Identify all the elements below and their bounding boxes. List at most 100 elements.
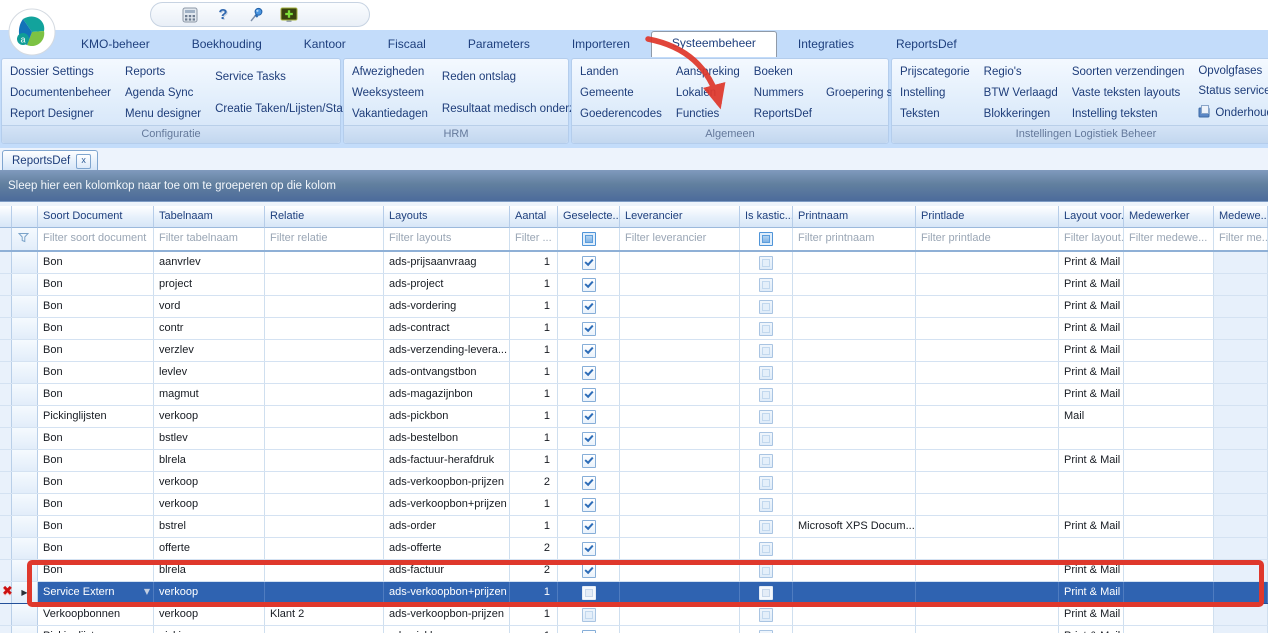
ribbon-item-nummers[interactable]: Nummers — [754, 87, 812, 99]
column-header-layoutvoor[interactable]: Layout voor... — [1059, 206, 1124, 228]
checkbox-unchecked[interactable] — [759, 410, 773, 424]
ribbon-tab-fiscaal[interactable]: Fiscaal — [367, 32, 447, 57]
ribbon-item-vaste-teksten-layouts[interactable]: Vaste teksten layouts — [1072, 87, 1185, 99]
grid-row[interactable]: Bonlevlevads-ontvangstbon1Print & Mail — [0, 362, 1268, 384]
checkbox-unchecked[interactable] — [759, 586, 773, 600]
grid-row[interactable]: VerkoopbonnenverkoopKlant 2ads-verkoopbo… — [0, 604, 1268, 626]
ribbon-item-afwezigheden[interactable]: Afwezigheden — [352, 66, 428, 78]
checkbox-unchecked[interactable] — [582, 586, 596, 600]
grid-row[interactable]: Bonverzlevads-verzending-levera...1Print… — [0, 340, 1268, 362]
checkbox-unchecked[interactable] — [759, 542, 773, 556]
ribbon-item-prijscategorie[interactable]: Prijscategorie — [900, 66, 970, 78]
filter-cell-printnaam[interactable]: Filter printnaam — [793, 228, 916, 250]
ribbon-tab-integraties[interactable]: Integraties — [777, 32, 875, 57]
calculator-icon[interactable] — [181, 6, 199, 24]
ribbon-tab-importeren[interactable]: Importeren — [551, 32, 651, 57]
checkbox-checked[interactable] — [582, 630, 596, 633]
grid-row[interactable]: Bonverkoopads-verkoopbon+prijzen1 — [0, 494, 1268, 516]
checkbox-checked[interactable] — [582, 388, 596, 402]
ribbon-tab-systeembeheer[interactable]: Systeembeheer — [651, 31, 777, 57]
checkbox-unchecked[interactable] — [759, 388, 773, 402]
filter-cell-medewerker[interactable]: Filter medewe... — [1124, 228, 1214, 250]
checkbox-unchecked[interactable] — [582, 232, 596, 246]
grid-row[interactable]: Bonprojectads-project1Print & Mail — [0, 274, 1268, 296]
monitor-add-icon[interactable] — [280, 6, 298, 24]
filter-funnel-icon[interactable] — [12, 228, 38, 250]
column-header-soort[interactable]: Soort Document — [38, 206, 154, 228]
grid-row[interactable]: Bonblrelaads-factuur-herafdruk1Print & M… — [0, 450, 1268, 472]
grid-row[interactable]: Bonofferteads-offerte2 — [0, 538, 1268, 560]
checkbox-checked[interactable] — [582, 410, 596, 424]
help-icon[interactable]: ? — [214, 6, 232, 24]
ribbon-tab-reportsdef[interactable]: ReportsDef — [875, 32, 978, 57]
grid-row-selected[interactable]: ✖▶Service Extern▼verkoopads-verkoopbon+p… — [0, 582, 1268, 604]
checkbox-unchecked[interactable] — [759, 278, 773, 292]
checkbox-unchecked[interactable] — [759, 322, 773, 336]
column-header-leverancier[interactable]: Leverancier — [620, 206, 740, 228]
ribbon-item-reports[interactable]: Reports — [125, 66, 201, 78]
grid-row[interactable]: Bonvordads-vordering1Print & Mail — [0, 296, 1268, 318]
ribbon-item-reportsdef[interactable]: ReportsDef — [754, 108, 812, 120]
column-header-printlade[interactable]: Printlade — [916, 206, 1059, 228]
checkbox-unchecked[interactable] — [759, 608, 773, 622]
filter-cell-printlade[interactable]: Filter printlade — [916, 228, 1059, 250]
filter-cell-layouts[interactable]: Filter layouts — [384, 228, 510, 250]
ribbon-item-teksten[interactable]: Teksten — [900, 108, 970, 120]
grid-row[interactable]: Bonblrelaads-factuur2Print & Mail — [0, 560, 1268, 582]
ribbon-tab-parameters[interactable]: Parameters — [447, 32, 551, 57]
column-header-layouts[interactable]: Layouts — [384, 206, 510, 228]
group-by-panel[interactable]: Sleep hier een kolomkop naar toe om te g… — [0, 170, 1268, 201]
checkbox-checked[interactable] — [582, 476, 596, 490]
checkbox-unchecked[interactable] — [759, 476, 773, 490]
delete-row-icon[interactable]: ✖ — [2, 584, 13, 599]
checkbox-unchecked[interactable] — [759, 630, 773, 633]
checkbox-checked[interactable] — [582, 256, 596, 270]
ribbon-item-btw-verlaagd[interactable]: BTW Verlaagd — [984, 87, 1058, 99]
ribbon-item-agenda-sync[interactable]: Agenda Sync — [125, 87, 201, 99]
ribbon-item-landen[interactable]: Landen — [580, 66, 662, 78]
checkbox-unchecked[interactable] — [759, 366, 773, 380]
ribbon-tab-kantoor[interactable]: Kantoor — [283, 32, 367, 57]
checkbox-checked[interactable] — [582, 520, 596, 534]
ribbon-item-lokalen[interactable]: Lokalen — [676, 87, 740, 99]
ribbon-item-opvolgfases[interactable]: Opvolgfases — [1198, 65, 1268, 77]
pin-icon[interactable] — [247, 6, 265, 24]
ribbon-item-functies[interactable]: Functies — [676, 108, 740, 120]
checkbox-checked[interactable] — [582, 344, 596, 358]
ribbon-item-instelling-teksten[interactable]: Instelling teksten — [1072, 108, 1185, 120]
column-header-medewerker2[interactable]: Medewe... — [1214, 206, 1268, 228]
app-logo-icon[interactable]: a — [8, 8, 56, 56]
column-header-aantal[interactable]: Aantal — [510, 206, 558, 228]
checkbox-unchecked[interactable] — [759, 520, 773, 534]
ribbon-item-goederencodes[interactable]: Goederencodes — [580, 108, 662, 120]
ribbon-item-boeken[interactable]: Boeken — [754, 66, 812, 78]
checkbox-checked[interactable] — [582, 322, 596, 336]
column-header-kasticket[interactable]: Is kastic... — [740, 206, 793, 228]
ribbon-item-report-designer[interactable]: Report Designer — [10, 108, 111, 120]
column-header-tabel[interactable]: Tabelnaam — [154, 206, 265, 228]
checkbox-checked[interactable] — [582, 498, 596, 512]
ribbon-tab-boekhouding[interactable]: Boekhouding — [171, 32, 283, 57]
checkbox-checked[interactable] — [582, 432, 596, 446]
checkbox-unchecked[interactable] — [759, 300, 773, 314]
ribbon-item-dossier-settings[interactable]: Dossier Settings — [10, 66, 111, 78]
filter-cell-tabel[interactable]: Filter tabelnaam — [154, 228, 265, 250]
filter-cell-geselecteerd[interactable] — [558, 228, 620, 250]
ribbon-item-documentenbeheer[interactable]: Documentenbeheer — [10, 87, 111, 99]
checkbox-unchecked[interactable] — [759, 454, 773, 468]
grid-row[interactable]: Bonbstrelads-order1Microsoft XPS Docum..… — [0, 516, 1268, 538]
ribbon-item-gemeente[interactable]: Gemeente — [580, 87, 662, 99]
filter-cell-medewerker2[interactable]: Filter me... — [1214, 228, 1268, 250]
ribbon-item-soorten-verzendingen[interactable]: Soorten verzendingen — [1072, 66, 1185, 78]
grid-row[interactable]: Boncontrads-contract1Print & Mail — [0, 318, 1268, 340]
checkbox-unchecked[interactable] — [759, 432, 773, 446]
checkbox-checked[interactable] — [582, 564, 596, 578]
checkbox-unchecked[interactable] — [759, 256, 773, 270]
dropdown-arrow-icon[interactable]: ▼ — [144, 587, 150, 596]
checkbox-unchecked[interactable] — [759, 232, 773, 246]
grid-row[interactable]: Bonbstlevads-bestelbon1 — [0, 428, 1268, 450]
checkbox-checked[interactable] — [582, 278, 596, 292]
checkbox-unchecked[interactable] — [759, 564, 773, 578]
column-header-geselecteerd[interactable]: Geselecte... — [558, 206, 620, 228]
grid-row[interactable]: Bonaanvrlevads-prijsaanvraag1Print & Mai… — [0, 252, 1268, 274]
